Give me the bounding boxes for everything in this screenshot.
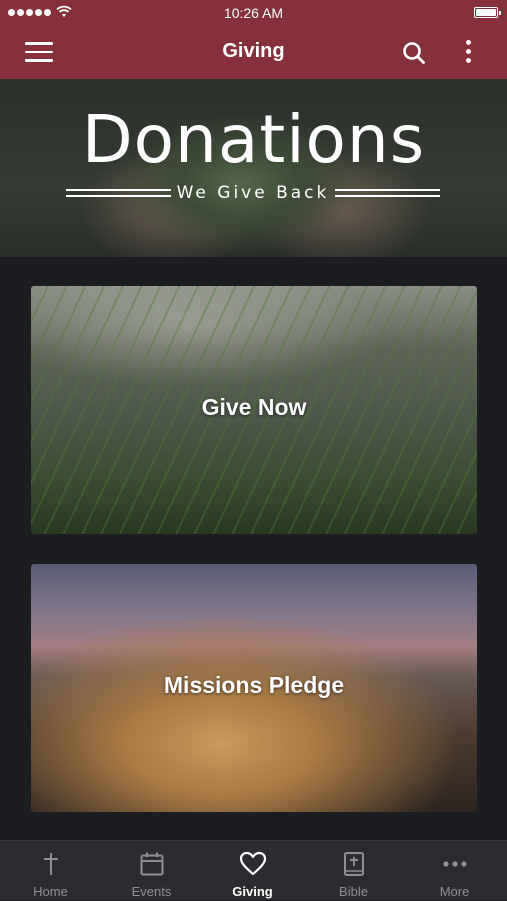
status-bar: 10:26 AM [0, 0, 507, 26]
more-horizontal-icon [404, 851, 505, 879]
tab-home-label: Home [33, 884, 68, 899]
bottom-tab-bar: Home Events Giving Bible More [0, 840, 507, 900]
app-header: Giving [0, 26, 507, 79]
banner-subtitle-row: We Give Back [66, 183, 440, 203]
search-icon[interactable] [401, 40, 427, 66]
page-title: Giving [222, 40, 285, 62]
cross-icon [0, 851, 101, 879]
bible-icon [303, 851, 404, 879]
calendar-icon [101, 851, 202, 879]
tab-events-label: Events [131, 884, 172, 899]
missions-pledge-label: Missions Pledge [163, 672, 345, 698]
banner-title: Donations [81, 101, 426, 178]
tab-more[interactable]: More [404, 841, 505, 901]
battery-icon [474, 7, 501, 18]
tab-bible-label: Bible [339, 884, 368, 899]
status-time: 10:26 AM [223, 5, 284, 21]
tab-events[interactable]: Events [101, 841, 202, 901]
give-now-label: Give Now [201, 394, 307, 420]
more-vertical-icon[interactable] [461, 40, 475, 66]
giving-content: Give Now Missions Pledge [0, 257, 507, 840]
decorative-lines-right [335, 189, 440, 197]
tab-giving-label: Giving [232, 884, 273, 899]
banner-subtitle: We Give Back [176, 183, 330, 203]
tab-home[interactable]: Home [0, 841, 101, 901]
tab-bible[interactable]: Bible [303, 841, 404, 901]
heart-icon [202, 851, 303, 879]
tab-more-label: More [439, 884, 470, 899]
decorative-lines-left [66, 189, 171, 197]
missions-pledge-card[interactable]: Missions Pledge [31, 564, 477, 812]
tab-giving[interactable]: Giving [202, 841, 303, 901]
give-now-card[interactable]: Give Now [31, 286, 477, 534]
donations-banner: Donations We Give Back [0, 79, 507, 257]
